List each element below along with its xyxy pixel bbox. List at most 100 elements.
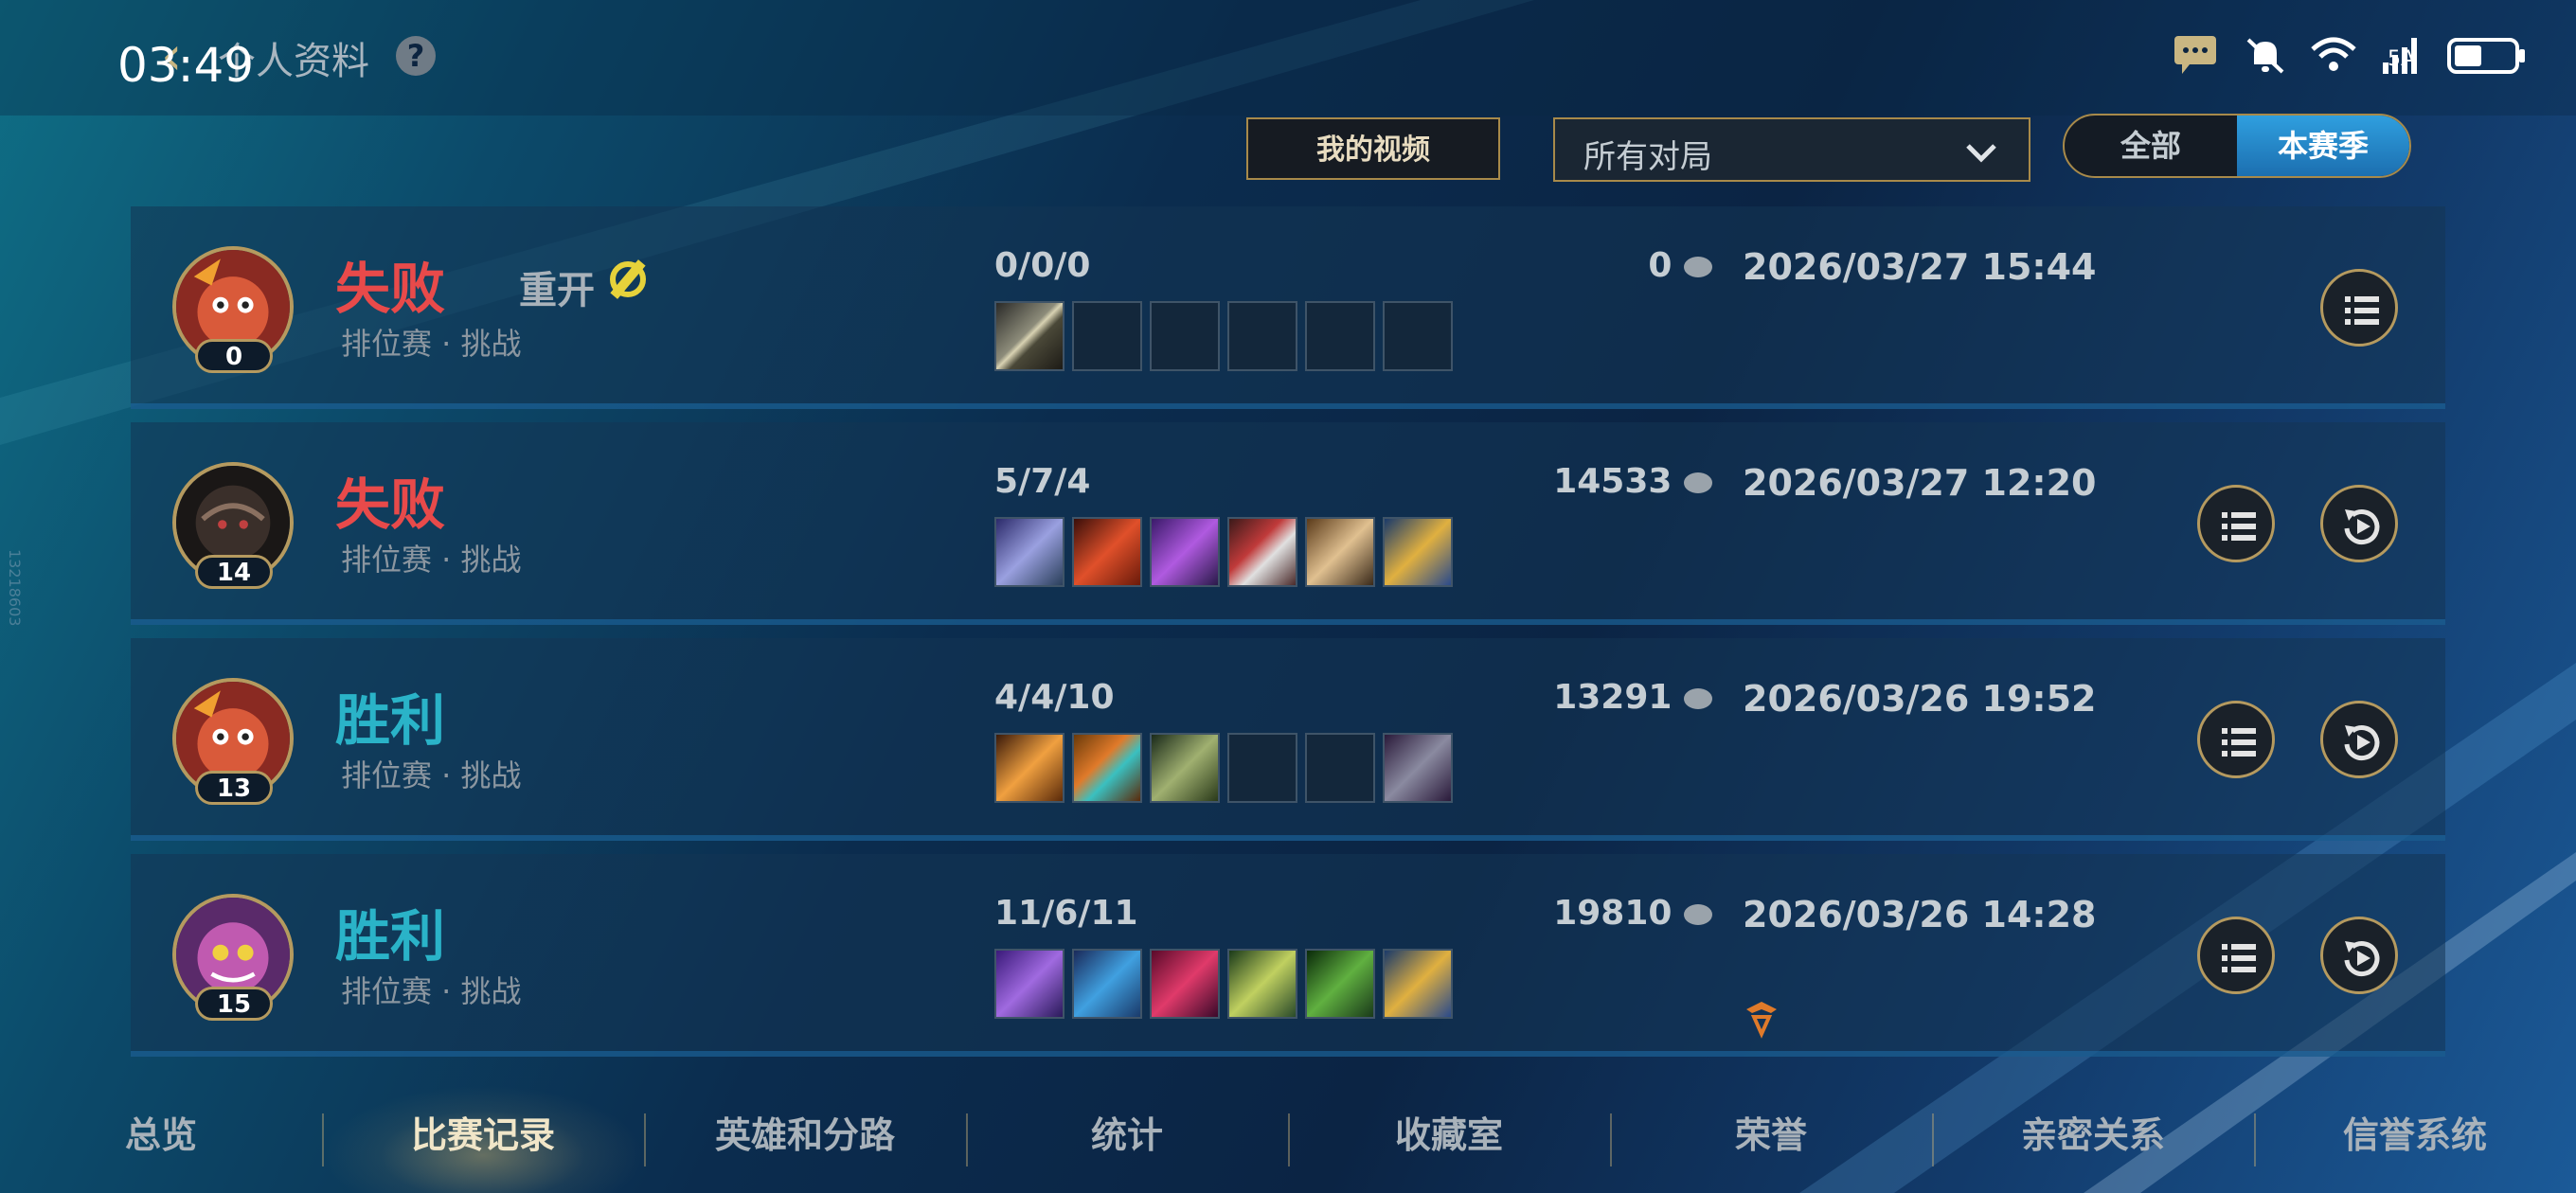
item-icon bbox=[1227, 517, 1297, 587]
side-id-label: 13218603 bbox=[6, 549, 24, 627]
item-slots bbox=[994, 733, 1453, 803]
replay-button[interactable] bbox=[2320, 917, 2398, 994]
match-details-button[interactable] bbox=[2320, 269, 2398, 347]
queue-mode: 排位赛 · 挑战 bbox=[341, 542, 522, 578]
toggle-all[interactable]: 全部 bbox=[2065, 116, 2237, 176]
toggle-this-season[interactable]: 本赛季 bbox=[2237, 116, 2409, 176]
champion-level: 14 bbox=[195, 555, 273, 589]
list-icon bbox=[2222, 944, 2256, 972]
match-row[interactable]: 14 失败 排位赛 · 挑战 5/7/4 14533 2026/03/27 12… bbox=[131, 422, 2445, 625]
empty-item-slot bbox=[1227, 301, 1297, 371]
empty-item-slot bbox=[1383, 301, 1453, 371]
network-type-label: 5A bbox=[2387, 47, 2415, 71]
tab-relationships[interactable]: 亲密关系 bbox=[1932, 1085, 2254, 1193]
champion-level: 15 bbox=[195, 987, 273, 1021]
match-row[interactable]: 13 胜利 排位赛 · 挑战 4/4/10 13291 2026/03/26 1… bbox=[131, 638, 2445, 841]
item-icon bbox=[1072, 733, 1142, 803]
empty-item-slot bbox=[1227, 733, 1297, 803]
mute-bell-icon bbox=[2246, 38, 2284, 74]
item-icon bbox=[994, 949, 1064, 1019]
help-icon[interactable]: ? bbox=[396, 36, 436, 76]
item-icon bbox=[994, 517, 1064, 587]
match-row[interactable]: 15 胜利 排位赛 · 挑战 11/6/11 19810 2026/03/26 … bbox=[131, 854, 2445, 1057]
tab-match-history[interactable]: 比赛记录 bbox=[322, 1085, 644, 1193]
queue-mode: 排位赛 · 挑战 bbox=[341, 757, 522, 793]
battery-icon bbox=[2447, 38, 2525, 74]
empty-item-slot bbox=[1150, 301, 1220, 371]
gold-coin-icon bbox=[1684, 257, 1712, 277]
queue-mode: 排位赛 · 挑战 bbox=[341, 973, 522, 1009]
replay-icon bbox=[2344, 941, 2380, 977]
gold-earned: 14533 bbox=[1466, 462, 1712, 501]
gold-earned: 0 bbox=[1466, 246, 1712, 285]
kda: 0/0/0 bbox=[994, 246, 1091, 285]
message-icon bbox=[2174, 36, 2216, 74]
champion-level: 0 bbox=[195, 339, 273, 373]
match-details-button[interactable] bbox=[2197, 485, 2275, 562]
chevron-down-icon bbox=[1966, 144, 1996, 163]
my-videos-button[interactable]: 我的视频 bbox=[1246, 117, 1500, 180]
list-icon bbox=[2222, 512, 2256, 541]
trinket-icon bbox=[1383, 517, 1453, 587]
season-toggle[interactable]: 全部 本赛季 bbox=[2063, 114, 2411, 178]
item-icon bbox=[994, 301, 1064, 371]
match-date: 2026/03/26 19:52 bbox=[1743, 678, 2097, 720]
item-icon bbox=[1072, 517, 1142, 587]
item-slots bbox=[994, 517, 1453, 587]
item-icon bbox=[1305, 517, 1375, 587]
kda: 5/7/4 bbox=[994, 462, 1091, 501]
system-icons bbox=[2173, 34, 2529, 76]
match-details-button[interactable] bbox=[2197, 701, 2275, 778]
replay-button[interactable] bbox=[2320, 485, 2398, 562]
item-icon bbox=[1150, 733, 1220, 803]
empty-item-slot bbox=[1305, 733, 1375, 803]
match-result: 失败 bbox=[335, 257, 446, 321]
item-slots bbox=[994, 949, 1453, 1019]
match-row[interactable]: 0 失败 重开 排位赛 · 挑战 0/0/0 0 2026/03/27 15:4… bbox=[131, 206, 2445, 409]
list-icon bbox=[2345, 296, 2379, 325]
trinket-icon bbox=[1383, 949, 1453, 1019]
match-filter-dropdown[interactable]: 所有对局 bbox=[1553, 117, 2030, 182]
trinket-icon bbox=[1383, 733, 1453, 803]
gold-coin-icon bbox=[1684, 472, 1712, 493]
match-result: 胜利 bbox=[335, 904, 446, 969]
replay-button[interactable] bbox=[2320, 701, 2398, 778]
match-date: 2026/03/27 12:20 bbox=[1743, 462, 2097, 504]
gold-coin-icon bbox=[1684, 904, 1712, 925]
match-result: 失败 bbox=[335, 472, 446, 537]
tab-stats[interactable]: 统计 bbox=[966, 1085, 1288, 1193]
achievement-badge-icon bbox=[1746, 1002, 1777, 1039]
gold-coin-icon bbox=[1684, 688, 1712, 709]
replay-icon bbox=[2344, 725, 2380, 761]
tab-collection[interactable]: 收藏室 bbox=[1288, 1085, 1610, 1193]
queue-mode: 排位赛 · 挑战 bbox=[341, 326, 522, 362]
match-date: 2026/03/26 14:28 bbox=[1743, 894, 2097, 935]
bottom-tab-bar: 总览 比赛记录 英雄和分路 统计 收藏室 荣誉 亲密关系 信誉系统 bbox=[0, 1085, 2576, 1193]
match-result: 胜利 bbox=[335, 688, 446, 753]
tab-champions-lanes[interactable]: 英雄和分路 bbox=[644, 1085, 966, 1193]
empty-item-slot bbox=[1072, 301, 1142, 371]
tab-overview[interactable]: 总览 bbox=[0, 1085, 322, 1193]
clock: 03:49 bbox=[117, 38, 255, 93]
kda: 4/4/10 bbox=[994, 678, 1115, 717]
item-icon bbox=[1150, 949, 1220, 1019]
list-icon bbox=[2222, 728, 2256, 757]
item-icon bbox=[1150, 517, 1220, 587]
wifi-icon bbox=[2311, 37, 2356, 71]
tab-credit-system[interactable]: 信誉系统 bbox=[2254, 1085, 2576, 1193]
kda: 11/6/11 bbox=[994, 894, 1138, 933]
replay-icon bbox=[2344, 509, 2380, 545]
champion-level: 13 bbox=[195, 771, 273, 805]
item-icon bbox=[1305, 949, 1375, 1019]
item-slots bbox=[994, 301, 1453, 371]
match-date: 2026/03/27 15:44 bbox=[1743, 246, 2097, 288]
tab-honor[interactable]: 荣誉 bbox=[1610, 1085, 1932, 1193]
remake-label: 重开 bbox=[519, 269, 595, 312]
item-icon bbox=[1227, 949, 1297, 1019]
item-icon bbox=[994, 733, 1064, 803]
remake-icon bbox=[610, 259, 646, 299]
item-icon bbox=[1072, 949, 1142, 1019]
match-details-button[interactable] bbox=[2197, 917, 2275, 994]
empty-item-slot bbox=[1305, 301, 1375, 371]
gold-earned: 19810 bbox=[1466, 894, 1712, 933]
